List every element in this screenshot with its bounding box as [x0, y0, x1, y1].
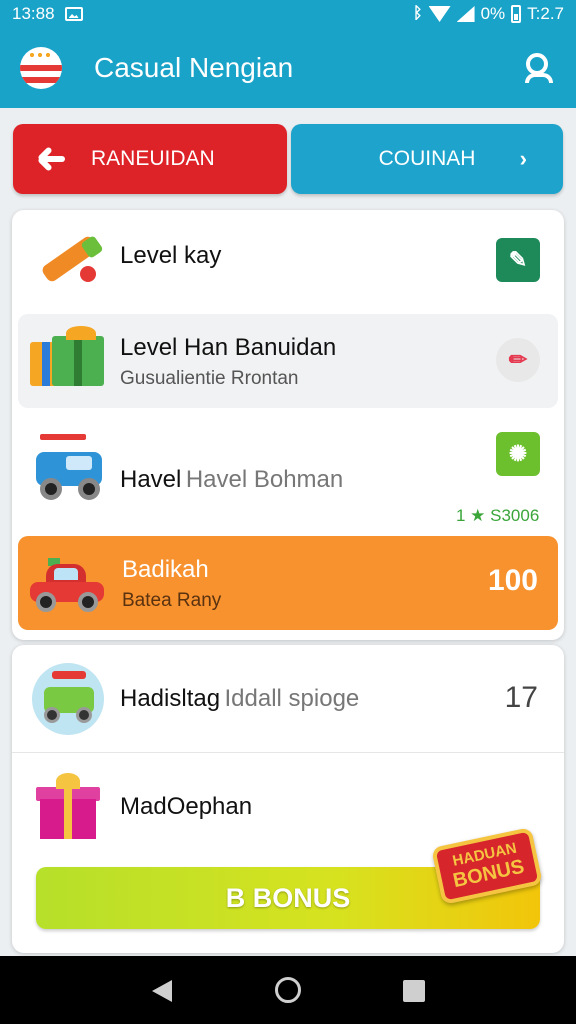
signal-icon [456, 6, 475, 22]
badge-icon[interactable]: ✺ [496, 432, 540, 476]
list-item[interactable]: Level kay ✎ [12, 210, 564, 310]
image-notification-icon [64, 7, 83, 21]
level-list-card: Level kay ✎ Level Han Banuidan Gusualien… [12, 210, 564, 640]
blue-truck-icon [36, 434, 106, 504]
status-bar: 13:88 ᛒ 0% T:2.7 [0, 0, 576, 28]
app-logo[interactable] [20, 47, 62, 89]
continue-action-button[interactable]: COUINAH › [291, 124, 563, 194]
list-item[interactable]: Havel Havel Bohman ✺ 1 ★ S3006 [12, 420, 564, 530]
list-item-title-secondary: Iddall spioge [224, 685, 360, 712]
arrow-left-icon [35, 144, 65, 174]
continue-action-label: COUINAH [378, 147, 476, 170]
status-time: 13:88 [12, 4, 55, 23]
home-nav-icon[interactable] [275, 977, 301, 1003]
list-item-title-secondary: Havel Bohman [185, 466, 344, 493]
list-item-title: Havel [120, 466, 182, 493]
gift-boxes-icon [30, 326, 110, 390]
app-title: Casual Nengian [94, 52, 294, 83]
red-car-icon [30, 558, 104, 614]
back-action-button[interactable]: RANEUIDAN [13, 124, 287, 194]
list-item-title: Level kay [120, 242, 222, 269]
list-item-title: Level Han Banuidan [120, 334, 337, 361]
app-bar: Casual Nengian [0, 28, 576, 108]
list-item-subtitle: Gusualientie Rrontan [120, 368, 299, 389]
profile-icon[interactable] [522, 51, 556, 85]
system-nav-bar [0, 956, 576, 1024]
count-value: 17 [504, 681, 538, 714]
wifi-icon [428, 6, 451, 22]
list-item-title: Badikah [122, 556, 209, 583]
battery-percent: 0% [480, 4, 506, 23]
list-item-subtitle: Batea Rany [122, 590, 222, 611]
back-nav-icon[interactable] [152, 980, 172, 1002]
chevron-right-icon: › [519, 146, 527, 171]
list-item-selected[interactable]: Level Han Banuidan Gusualientie Rrontan … [18, 314, 558, 408]
list-item[interactable]: Hadisltag Iddall spioge 17 [12, 645, 564, 753]
list-item-title: MadOephan [120, 793, 253, 820]
list-item-featured[interactable]: Badikah Batea Rany 100 [18, 536, 558, 630]
bonus-button-label: B BONUS [225, 882, 351, 913]
rating-value: 1 ★ S3006 [456, 506, 540, 525]
score-value: 100 [487, 564, 538, 597]
golf-cart-icon [32, 663, 104, 735]
status-right-time: T:2.7 [527, 4, 564, 23]
pencil-icon[interactable]: ✏ [496, 338, 540, 382]
list-item-title: Hadisltag [120, 685, 221, 712]
back-action-label: RANEUIDAN [91, 147, 215, 170]
edit-icon[interactable]: ✎ [496, 238, 540, 282]
recents-nav-icon[interactable] [403, 980, 425, 1002]
gift-box-icon [34, 773, 102, 841]
rewards-list-card: Hadisltag Iddall spioge 17 MadOephan B B… [12, 645, 564, 953]
pencil-toy-icon [34, 230, 104, 290]
action-buttons: RANEUIDAN COUINAH › [13, 124, 563, 194]
battery-icon [511, 5, 522, 23]
bluetooth-icon: ᛒ [412, 5, 423, 22]
